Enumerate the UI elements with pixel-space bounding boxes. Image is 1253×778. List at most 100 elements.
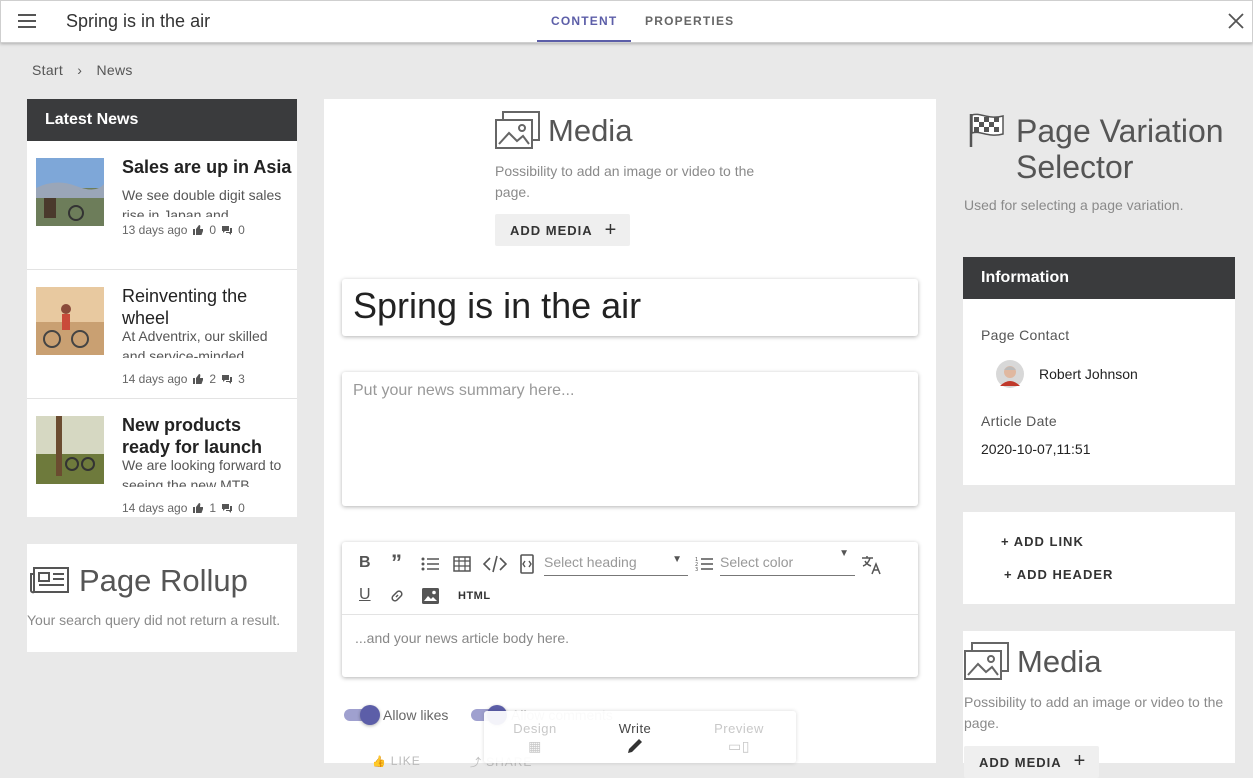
add-media-button[interactable]: ADD MEDIA + [495, 214, 630, 246]
tab-content[interactable]: CONTENT [551, 14, 617, 28]
news-thumbnail [36, 287, 104, 355]
media-icon [495, 111, 540, 149]
page-title: Spring is in the air [66, 11, 211, 31]
article-date-label: Article Date [981, 413, 1057, 429]
pencil-icon [628, 739, 642, 753]
heading-select-placeholder: Select heading [544, 554, 637, 570]
like-button[interactable]: 👍 LIKE [372, 754, 421, 768]
translate-icon[interactable] [861, 554, 883, 576]
information-heading: Information [963, 257, 1235, 299]
page-rollup-title: Page Rollup [79, 563, 248, 598]
plus-icon: + [604, 218, 618, 241]
chevron-down-icon: ▼ [672, 554, 682, 565]
page-rollup-panel: Page Rollup Your search query did not re… [27, 544, 297, 652]
likes-count: 1 [209, 501, 217, 515]
color-select[interactable]: Select color ▼ [720, 548, 855, 576]
add-media-button[interactable]: ADD MEDIA + [964, 746, 1099, 778]
contact-name[interactable]: Robert Johnson [1039, 366, 1138, 382]
latest-news-panel: Latest News Sales are up in Asia We see … [27, 99, 297, 517]
page-rollup-message: Your search query did not return a resul… [27, 612, 281, 628]
latest-news-heading: Latest News [27, 99, 297, 141]
news-excerpt: We are looking forward to seeing the new… [122, 457, 282, 487]
thumbs-up-icon [193, 225, 204, 235]
heading-select[interactable]: Select heading ▼ [544, 554, 688, 576]
news-thumbnail [36, 416, 104, 484]
thumbs-up-icon: 👍 [372, 756, 391, 768]
news-item[interactable]: Reinventing the wheel At Adventrix, our … [27, 270, 297, 399]
likes-count: 2 [209, 372, 217, 386]
mode-design[interactable]: Design ▦ [490, 721, 580, 755]
news-item[interactable]: New products ready for launch We are loo… [27, 399, 297, 528]
avatar[interactable] [996, 360, 1024, 388]
plus-icon: + [1073, 750, 1087, 772]
chevron-down-icon: ▼ [839, 548, 849, 559]
code-icon[interactable] [483, 555, 507, 573]
likes-count: 0 [209, 223, 217, 237]
allow-likes-label: Allow likes [383, 707, 449, 723]
media-panel: Media Possibility to add an image or vid… [963, 631, 1235, 778]
news-title[interactable]: New products ready for launch [122, 414, 292, 458]
tab-properties[interactable]: PROPERTIES [645, 14, 734, 28]
image-icon[interactable] [422, 588, 439, 604]
news-title[interactable]: Sales are up in Asia [122, 156, 292, 178]
media-icon [964, 642, 1009, 680]
underline-icon[interactable]: U [359, 586, 371, 604]
news-age: 14 days ago [122, 501, 188, 515]
svg-text:3: 3 [695, 567, 698, 572]
summary-textarea[interactable]: Put your news summary here... [342, 372, 918, 506]
like-label: LIKE [390, 754, 421, 768]
comments-icon [222, 375, 233, 384]
numbered-list-icon[interactable]: 123 [695, 556, 713, 572]
close-icon[interactable] [1226, 11, 1246, 31]
media-description: Possibility to add an image or video to … [495, 163, 755, 200]
article-date-value: 2020-10-07,11:51 [981, 441, 1091, 457]
breadcrumb: Start › News [32, 62, 143, 78]
comments-icon [222, 504, 233, 513]
html-button[interactable]: HTML [458, 590, 491, 602]
news-title[interactable]: Reinventing the wheel [122, 285, 292, 329]
news-meta: 14 days ago 2 3 [122, 372, 245, 386]
bullet-list-icon[interactable] [421, 556, 439, 572]
news-meta: 14 days ago 1 0 [122, 501, 245, 515]
editor-divider [342, 614, 918, 615]
mode-design-label: Design [513, 721, 557, 736]
hamburger-menu-icon[interactable] [18, 14, 36, 28]
article-editor-panel: Media Possibility to add an image or vid… [324, 99, 936, 769]
news-excerpt: At Adventrix, our skilled and service-mi… [122, 328, 268, 358]
information-panel: Information Page Contact Robert Johnson … [963, 257, 1235, 485]
add-header-button[interactable]: + ADD HEADER [1004, 567, 1113, 582]
top-bar: Spring is in the air CONTENT PROPERTIES [0, 0, 1253, 43]
embed-icon[interactable] [520, 554, 534, 574]
dashboard-icon: ▦ [528, 738, 542, 754]
quote-icon[interactable]: ” [391, 550, 402, 576]
links-panel: + ADD LINK + ADD HEADER [963, 512, 1235, 604]
page-variation-description: Used for selecting a page variation. [964, 197, 1184, 213]
comments-count: 3 [238, 372, 245, 386]
breadcrumb-start[interactable]: Start [32, 62, 63, 78]
mode-preview-label: Preview [714, 721, 764, 736]
allow-likes-toggle[interactable] [344, 705, 380, 725]
table-icon[interactable] [453, 556, 471, 572]
add-media-label: ADD MEDIA [510, 222, 593, 238]
news-meta: 13 days ago 0 0 [122, 223, 245, 237]
news-age: 14 days ago [122, 372, 188, 386]
media-description: Possibility to add an image or video to … [964, 694, 1224, 731]
page-variation-title: Page Variation Selector [1016, 113, 1224, 185]
breadcrumb-news[interactable]: News [96, 62, 132, 78]
toggle-knob [360, 705, 380, 725]
comments-count: 0 [238, 501, 245, 515]
news-item[interactable]: Sales are up in Asia We see double digit… [27, 141, 297, 270]
link-icon[interactable] [389, 588, 405, 604]
mode-preview[interactable]: Preview ▭▯ [694, 721, 784, 755]
article-title-input[interactable]: Spring is in the air [342, 279, 918, 336]
add-link-button[interactable]: + ADD LINK [1001, 534, 1084, 549]
thumbs-up-icon [193, 503, 204, 513]
article-body-editor[interactable]: ...and your news article body here. [355, 630, 569, 646]
news-thumbnail [36, 158, 104, 226]
mode-write-label: Write [618, 721, 652, 736]
bold-icon[interactable]: B [359, 554, 371, 572]
page-contact-label: Page Contact [981, 327, 1070, 343]
mode-write[interactable]: Write [590, 721, 680, 758]
color-select-placeholder: Select color [720, 554, 794, 570]
active-tab-indicator [537, 40, 631, 42]
